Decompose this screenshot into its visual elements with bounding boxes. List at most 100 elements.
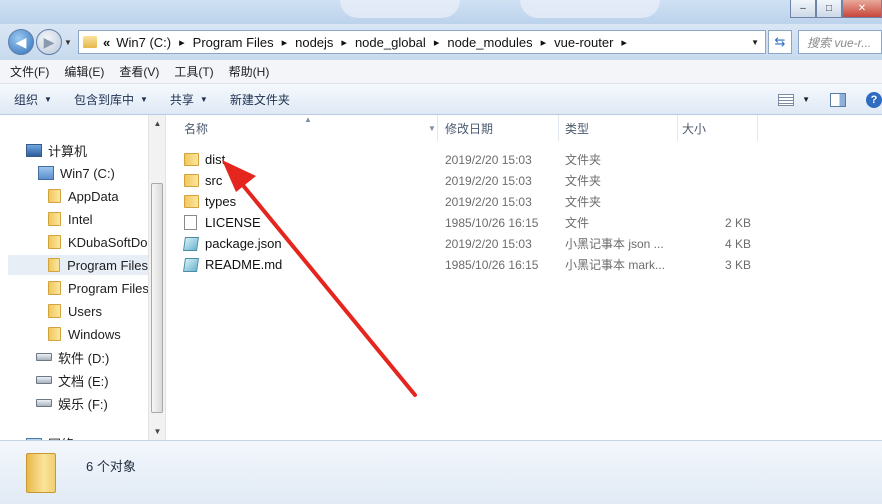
nav-label: 文档 (E:) xyxy=(58,373,109,389)
folder-icon xyxy=(48,281,61,295)
menu-edit[interactable]: 编辑(E) xyxy=(64,63,104,80)
breadcrumb-item[interactable]: Program Files xyxy=(193,35,274,50)
nav-item-network[interactable]: 网络 xyxy=(26,433,74,440)
folder-icon xyxy=(48,327,61,341)
nav-label: Users xyxy=(68,303,102,319)
folder-icon xyxy=(184,153,199,166)
history-dropdown-icon[interactable]: ▼ xyxy=(64,38,72,47)
breadcrumb-item[interactable]: node_modules xyxy=(447,35,532,50)
include-in-library-button[interactable]: 包含到库中 ▼ xyxy=(74,91,148,108)
file-type: 文件 xyxy=(565,216,590,230)
file-type: 小黑记事本 mark... xyxy=(565,258,666,272)
overflow-crumb-icon[interactable]: « xyxy=(103,35,110,50)
nav-label: Program Files xyxy=(67,257,148,273)
column-type[interactable]: 类型 xyxy=(561,115,678,141)
scroll-down-icon[interactable]: ▼ xyxy=(149,423,165,440)
nav-item-folder-selected[interactable]: Program Files xyxy=(8,255,148,275)
file-date: 1985/10/26 16:15 xyxy=(445,215,539,230)
search-input[interactable]: 搜索 vue-r... xyxy=(798,30,882,54)
nav-item-folder[interactable]: Intel xyxy=(48,209,93,229)
nav-item-folder[interactable]: Users xyxy=(48,301,102,321)
breadcrumb-item[interactable]: Win7 (C:) xyxy=(116,35,171,50)
preview-pane-icon[interactable] xyxy=(830,92,846,107)
file-name: package.json xyxy=(205,236,282,251)
menu-file[interactable]: 文件(F) xyxy=(10,63,49,80)
scroll-up-icon[interactable]: ▲ xyxy=(149,115,165,132)
refresh-button[interactable]: ⇆ xyxy=(768,30,792,54)
column-size[interactable]: 大小 xyxy=(678,115,758,141)
file-row[interactable]: package.json 2019/2/20 15:03 小黑记事本 json … xyxy=(166,233,882,254)
column-date[interactable]: 修改日期 xyxy=(441,115,559,141)
chevron-right-icon[interactable]: ▸ xyxy=(621,36,627,49)
breadcrumb-item[interactable]: node_global xyxy=(355,35,426,50)
nav-item-folder[interactable]: Program Files xyxy=(48,278,149,298)
nav-item-drive[interactable]: 软件 (D:) xyxy=(36,347,109,367)
help-icon[interactable]: ? xyxy=(866,91,882,108)
file-row[interactable]: src 2019/2/20 15:03 文件夹 xyxy=(166,170,882,191)
organize-button[interactable]: 组织 ▼ xyxy=(14,91,52,108)
nav-label: 软件 (D:) xyxy=(58,350,110,366)
file-name: LICENSE xyxy=(205,215,261,230)
nav-item-drive[interactable]: 文档 (E:) xyxy=(36,370,109,390)
sort-ascending-icon: ▲ xyxy=(304,115,312,124)
maximize-button[interactable]: □ xyxy=(816,0,842,18)
file-name: src xyxy=(205,173,223,188)
chevron-down-icon: ▼ xyxy=(44,94,52,104)
file-date: 2019/2/20 15:03 xyxy=(445,194,532,209)
nav-item-folder[interactable]: Windows xyxy=(48,324,121,344)
chevron-right-icon[interactable]: ▸ xyxy=(541,36,547,49)
address-dropdown-icon[interactable]: ▼ xyxy=(751,38,759,47)
nav-label: 娱乐 (F:) xyxy=(58,396,108,412)
computer-icon xyxy=(26,143,42,157)
menu-help[interactable]: 帮助(H) xyxy=(229,63,270,80)
nav-label: 计算机 xyxy=(48,143,88,159)
title-bar: – □ ✕ xyxy=(0,0,882,24)
scroll-thumb[interactable] xyxy=(151,183,163,413)
address-bar[interactable]: « Win7 (C:) ▸ Program Files ▸ nodejs ▸ node… xyxy=(78,30,766,54)
title-glass xyxy=(340,0,460,18)
menu-view[interactable]: 查看(V) xyxy=(119,63,159,80)
chevron-down-icon[interactable]: ▼ xyxy=(802,95,810,104)
file-type: 小黑记事本 json ... xyxy=(565,237,664,251)
nav-item-drive[interactable]: 娱乐 (F:) xyxy=(36,393,108,413)
command-bar: 组织 ▼ 包含到库中 ▼ 共享 ▼ 新建文件夹 ▼ ? xyxy=(0,84,882,115)
nav-item-folder[interactable]: KDubaSoftDo xyxy=(48,232,148,252)
chevron-right-icon[interactable]: ▸ xyxy=(179,36,185,49)
folder-icon xyxy=(48,235,61,249)
file-row[interactable]: README.md 1985/10/26 16:15 小黑记事本 mark...… xyxy=(166,254,882,275)
file-size: 3 KB xyxy=(724,257,751,272)
nav-scrollbar[interactable]: ▲ ▼ xyxy=(148,115,165,440)
nav-item-system-drive[interactable]: Win7 (C:) xyxy=(38,163,115,183)
chevron-right-icon[interactable]: ▸ xyxy=(434,36,440,49)
nav-label: Windows xyxy=(68,326,121,342)
organize-label: 组织 xyxy=(14,92,39,107)
status-text: 6 个对象 xyxy=(86,459,136,474)
drive-icon xyxy=(36,353,52,361)
nav-label: Intel xyxy=(68,211,93,227)
nav-label: KDubaSoftDo xyxy=(68,234,148,250)
forward-button[interactable]: ▶ xyxy=(36,29,62,55)
view-options-icon[interactable] xyxy=(778,93,795,106)
address-row: ◀ ▶ ▼ « Win7 (C:) ▸ Program Files ▸ nodejs… xyxy=(0,24,882,60)
breadcrumb-item[interactable]: nodejs xyxy=(295,35,333,50)
chevron-right-icon[interactable]: ▸ xyxy=(282,36,288,49)
file-row[interactable]: dist 2019/2/20 15:03 文件夹 xyxy=(166,149,882,170)
file-row[interactable]: types 2019/2/20 15:03 文件夹 xyxy=(166,191,882,212)
back-button[interactable]: ◀ xyxy=(8,29,34,55)
close-button[interactable]: ✕ xyxy=(842,0,882,18)
nav-item-folder[interactable]: AppData xyxy=(48,186,119,206)
column-filter-icon[interactable]: ▼ xyxy=(424,115,438,141)
minimize-button[interactable]: – xyxy=(790,0,816,18)
new-folder-button[interactable]: 新建文件夹 xyxy=(230,91,290,108)
chevron-right-icon[interactable]: ▸ xyxy=(341,36,347,49)
breadcrumb-item[interactable]: vue-router xyxy=(554,35,613,50)
nav-item-computer[interactable]: 计算机 xyxy=(26,140,87,160)
file-size: 2 KB xyxy=(724,215,751,230)
file-size xyxy=(706,170,751,191)
file-date: 2019/2/20 15:03 xyxy=(445,236,532,251)
navigation-pane: 计算机 Win7 (C:) AppData Intel KDubaSoftDo … xyxy=(0,115,166,440)
file-row[interactable]: LICENSE 1985/10/26 16:15 文件 2 KB xyxy=(166,212,882,233)
share-button[interactable]: 共享 ▼ xyxy=(170,91,208,108)
menu-tools[interactable]: 工具(T) xyxy=(174,63,213,80)
nav-label: Win7 (C:) xyxy=(60,165,115,181)
